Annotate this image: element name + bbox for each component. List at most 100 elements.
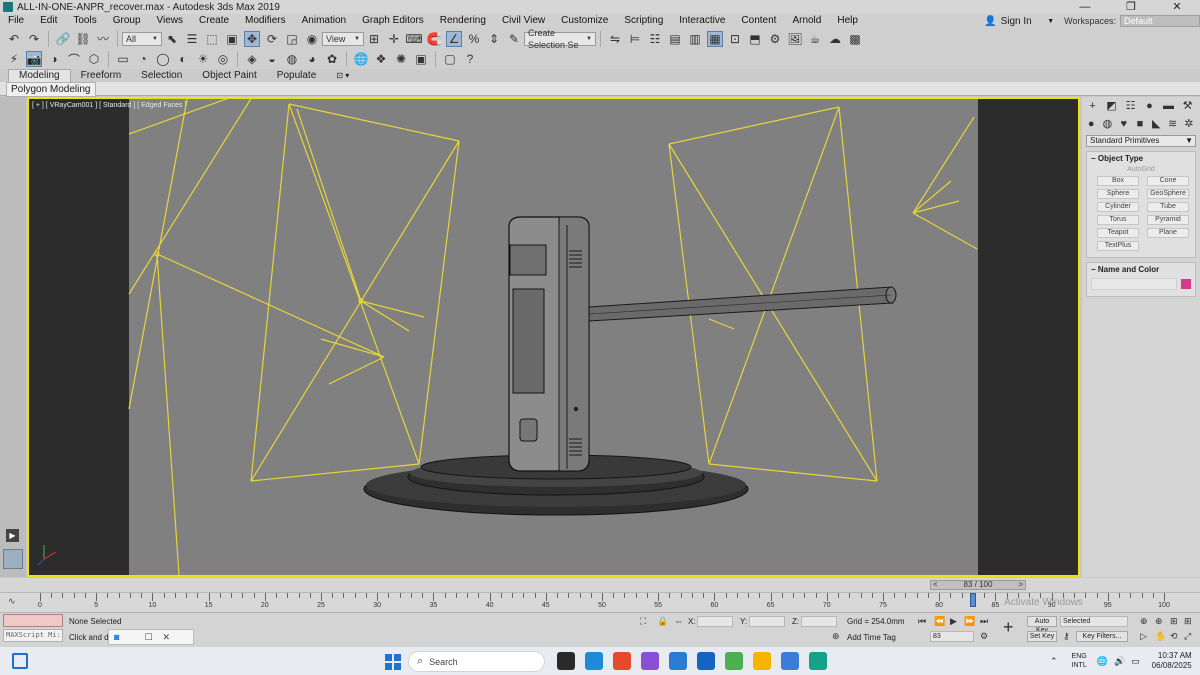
polygon-modeling-tab[interactable]: Polygon Modeling <box>6 82 96 97</box>
menu-help[interactable]: Help <box>829 14 866 28</box>
start-button[interactable] <box>385 654 401 670</box>
tab-object-paint[interactable]: Object Paint <box>192 70 266 82</box>
tube-button[interactable]: Tube <box>1147 202 1189 212</box>
vray-scene-converter-icon[interactable]: ◍ <box>284 51 300 67</box>
vray-fur-icon[interactable]: ◯ <box>155 51 171 67</box>
vray-sun-icon[interactable]: ☀ <box>195 51 211 67</box>
maxscript-mini-listener[interactable]: MAXScript Mi: <box>3 629 63 642</box>
toggle-ribbon-icon[interactable]: ▥ <box>687 31 703 47</box>
toggle-scene-explorer-icon[interactable]: ☷ <box>647 31 663 47</box>
set-key-mode-icon[interactable]: + <box>1003 617 1014 638</box>
cone-button[interactable]: Cone <box>1147 176 1189 186</box>
go-to-start-icon[interactable]: ⏮ <box>918 616 926 627</box>
current-frame-marker[interactable] <box>969 593 976 607</box>
zoom-extents-icon[interactable]: ⊞ <box>1170 616 1178 627</box>
render-in-cloud-icon[interactable]: ☁ <box>827 31 843 47</box>
camera-viewport[interactable]: [ + ] [ VRayCam001 ] [ Standard ] [ Edge… <box>27 97 1080 577</box>
vray-plane-icon[interactable]: ▭ <box>115 51 131 67</box>
menu-graph-editors[interactable]: Graph Editors <box>354 14 432 28</box>
current-frame-field[interactable]: 83 <box>930 631 974 642</box>
time-tag-icon[interactable]: ⊕ <box>832 631 840 642</box>
language-indicator[interactable]: ENG INTL <box>1072 652 1087 670</box>
menu-interactive[interactable]: Interactive <box>671 14 733 28</box>
maxscript-listener-field[interactable] <box>3 614 63 627</box>
window-crossing-icon[interactable]: ▣ <box>224 31 240 47</box>
z-coordinate-field[interactable] <box>801 616 837 627</box>
network-icon[interactable]: 🌐 <box>1097 656 1108 667</box>
edit-named-selection-icon[interactable]: ✎ <box>506 31 522 47</box>
taskbar-app-7[interactable] <box>753 652 771 670</box>
select-object-icon[interactable]: ⬉ <box>164 31 180 47</box>
taskbar-app-3[interactable] <box>641 652 659 670</box>
textplus-button[interactable]: TextPlus <box>1097 241 1139 251</box>
vray-vfb-icon[interactable]: ◕ <box>304 51 320 67</box>
vray-dome-icon[interactable]: ⌒ <box>66 51 82 67</box>
select-move-icon[interactable]: ✥ <box>244 30 260 47</box>
vray-light-icon[interactable]: ⚡ <box>6 51 22 67</box>
align-icon[interactable]: ⊨ <box>627 31 643 47</box>
close-button[interactable]: ✕ <box>1154 0 1200 14</box>
vray-toolbar-icon[interactable]: ▩ <box>847 31 863 47</box>
fov-icon[interactable]: ▷ <box>1140 631 1147 642</box>
mini-curve-editor-icon[interactable]: ∿ <box>8 596 16 607</box>
y-coordinate-field[interactable] <box>749 616 785 627</box>
plane-button[interactable]: Plane <box>1147 228 1189 238</box>
menu-rendering[interactable]: Rendering <box>432 14 494 28</box>
bind-space-warp-icon[interactable]: 〰 <box>95 31 111 47</box>
play-icon[interactable]: ▶ <box>950 616 957 627</box>
snaps-toggle-icon[interactable]: 🧲 <box>426 31 442 47</box>
vray-ipr-icon[interactable]: ✿ <box>324 51 340 67</box>
select-manipulate-icon[interactable]: ✛ <box>386 31 402 47</box>
tab-modeling[interactable]: Modeling <box>8 69 71 82</box>
object-name-input[interactable] <box>1091 278 1177 290</box>
geosphere-button[interactable]: GeoSphere <box>1147 189 1189 199</box>
key-filters-button[interactable]: Key Filters... <box>1076 631 1128 642</box>
helpers-icon[interactable]: ◣ <box>1151 117 1161 131</box>
angle-snap-icon[interactable]: ∠ <box>446 30 462 47</box>
vray-settings-icon[interactable]: ▢ <box>442 51 458 67</box>
vray-asset-icon[interactable]: ▣ <box>413 51 429 67</box>
menu-create[interactable]: Create <box>191 14 237 28</box>
select-place-icon[interactable]: ◉ <box>304 31 320 47</box>
taskbar-app-0[interactable] <box>557 652 575 670</box>
vray-fog-icon[interactable]: ◐ <box>175 51 191 67</box>
select-by-name-icon[interactable]: ☰ <box>184 31 200 47</box>
menu-views[interactable]: Views <box>149 14 192 28</box>
cylinder-button[interactable]: Cylinder <box>1097 202 1139 212</box>
menu-arnold[interactable]: Arnold <box>784 14 829 28</box>
battery-icon[interactable]: ▭ <box>1131 656 1140 667</box>
restore-icon[interactable]: ☐ <box>144 632 152 643</box>
vray-cosmos-icon[interactable]: ✺ <box>393 51 409 67</box>
go-to-end-icon[interactable]: ⏭ <box>980 616 988 627</box>
display-tab-icon[interactable]: ▬ <box>1162 99 1175 113</box>
vray-material-icon[interactable]: ◈ <box>244 51 260 67</box>
taskbar-app-5[interactable] <box>697 652 715 670</box>
next-frame-icon[interactable]: ⏩ <box>964 616 975 627</box>
maximize-button[interactable]: ❐ <box>1108 0 1154 14</box>
vray-sphere-icon[interactable]: ◑ <box>46 51 62 67</box>
workspaces-select[interactable]: Default <box>1120 15 1200 27</box>
toggle-layer-explorer-icon[interactable]: ▤ <box>667 31 683 47</box>
material-editor-icon[interactable]: ⬒ <box>747 31 763 47</box>
add-time-tag[interactable]: Add Time Tag <box>847 633 896 642</box>
object-type-title[interactable]: − Object Type <box>1087 152 1195 165</box>
menu-scripting[interactable]: Scripting <box>616 14 671 28</box>
volume-icon[interactable]: 🔊 <box>1114 656 1125 667</box>
undo-icon[interactable]: ↶ <box>6 31 22 47</box>
x-coordinate-field[interactable] <box>697 616 733 627</box>
hierarchy-tab-icon[interactable]: ☷ <box>1124 99 1137 113</box>
rendered-frame-window-icon[interactable]: 🖼 <box>787 31 803 47</box>
vray-texture-icon[interactable]: ❖ <box>373 51 389 67</box>
time-config-icon[interactable]: ⚙ <box>980 631 988 642</box>
viewport-layout-thumbnail[interactable] <box>3 549 23 569</box>
taskbar-search[interactable]: ⌕ Search <box>408 651 545 672</box>
sphere-button[interactable]: Sphere <box>1097 189 1139 199</box>
selection-filter-dropdown[interactable]: All ▼ <box>122 31 162 46</box>
primitives-dropdown[interactable]: Standard Primitives ▼ <box>1086 135 1196 147</box>
select-rotate-icon[interactable]: ⟳ <box>264 31 280 47</box>
expand-layout-icon[interactable]: ▶ <box>6 529 19 542</box>
menu-edit[interactable]: Edit <box>32 14 65 28</box>
geometry-icon[interactable]: ● <box>1086 117 1096 131</box>
time-slider[interactable]: < 83 / 100 > <box>930 580 1026 590</box>
menu-animation[interactable]: Animation <box>294 14 354 28</box>
